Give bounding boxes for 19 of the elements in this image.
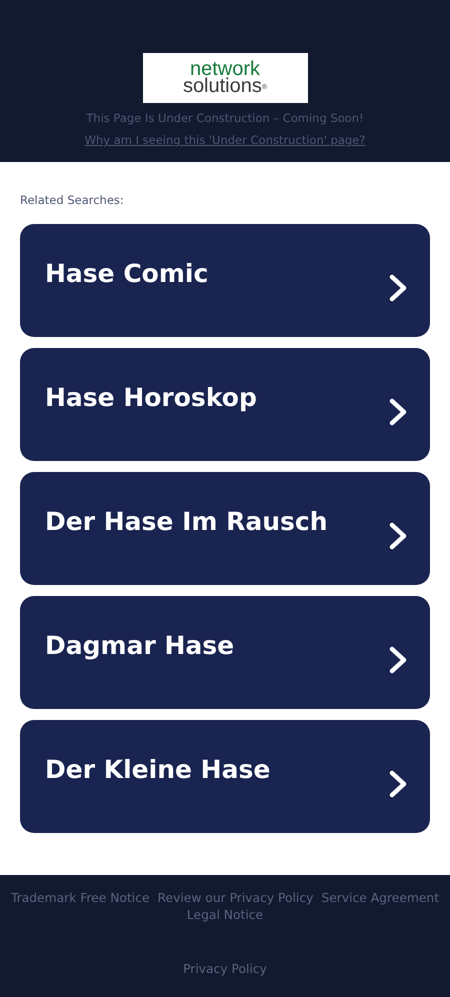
under-construction-notice: This Page Is Under Construction – Coming Soon!	[85, 110, 365, 127]
privacy-policy-link[interactable]: Privacy Policy	[183, 962, 267, 976]
related-searches-heading: Related Searches:	[20, 192, 125, 209]
chevron-right-icon	[388, 396, 408, 427]
footer-link[interactable]: Review our Privacy Policy	[158, 891, 314, 905]
chevron-right-icon	[388, 768, 408, 799]
related-search-link[interactable]: Hase Comic	[20, 224, 430, 338]
related-search-link[interactable]: Dagmar Hase	[20, 596, 430, 710]
chevron-right-icon	[388, 520, 408, 551]
chevron-right-icon	[388, 272, 408, 303]
why-link[interactable]: Why am I seeing this 'Under Construction' page?	[84, 132, 366, 150]
chevron-right-icon	[388, 644, 408, 675]
footer-link[interactable]: Trademark Free Notice	[10, 891, 150, 905]
related-search-link[interactable]: Hase Horoskop	[20, 348, 430, 462]
related-search-link[interactable]: Der Hase Im Rausch	[20, 472, 430, 586]
related-search-link[interactable]: Der Kleine Hase	[20, 720, 430, 834]
network-solutions-logo: network solutions$^{®}$	[142, 53, 308, 103]
footer-link[interactable]: Legal Notice	[186, 908, 264, 922]
footer-link[interactable]: Service Agreement	[321, 891, 440, 905]
